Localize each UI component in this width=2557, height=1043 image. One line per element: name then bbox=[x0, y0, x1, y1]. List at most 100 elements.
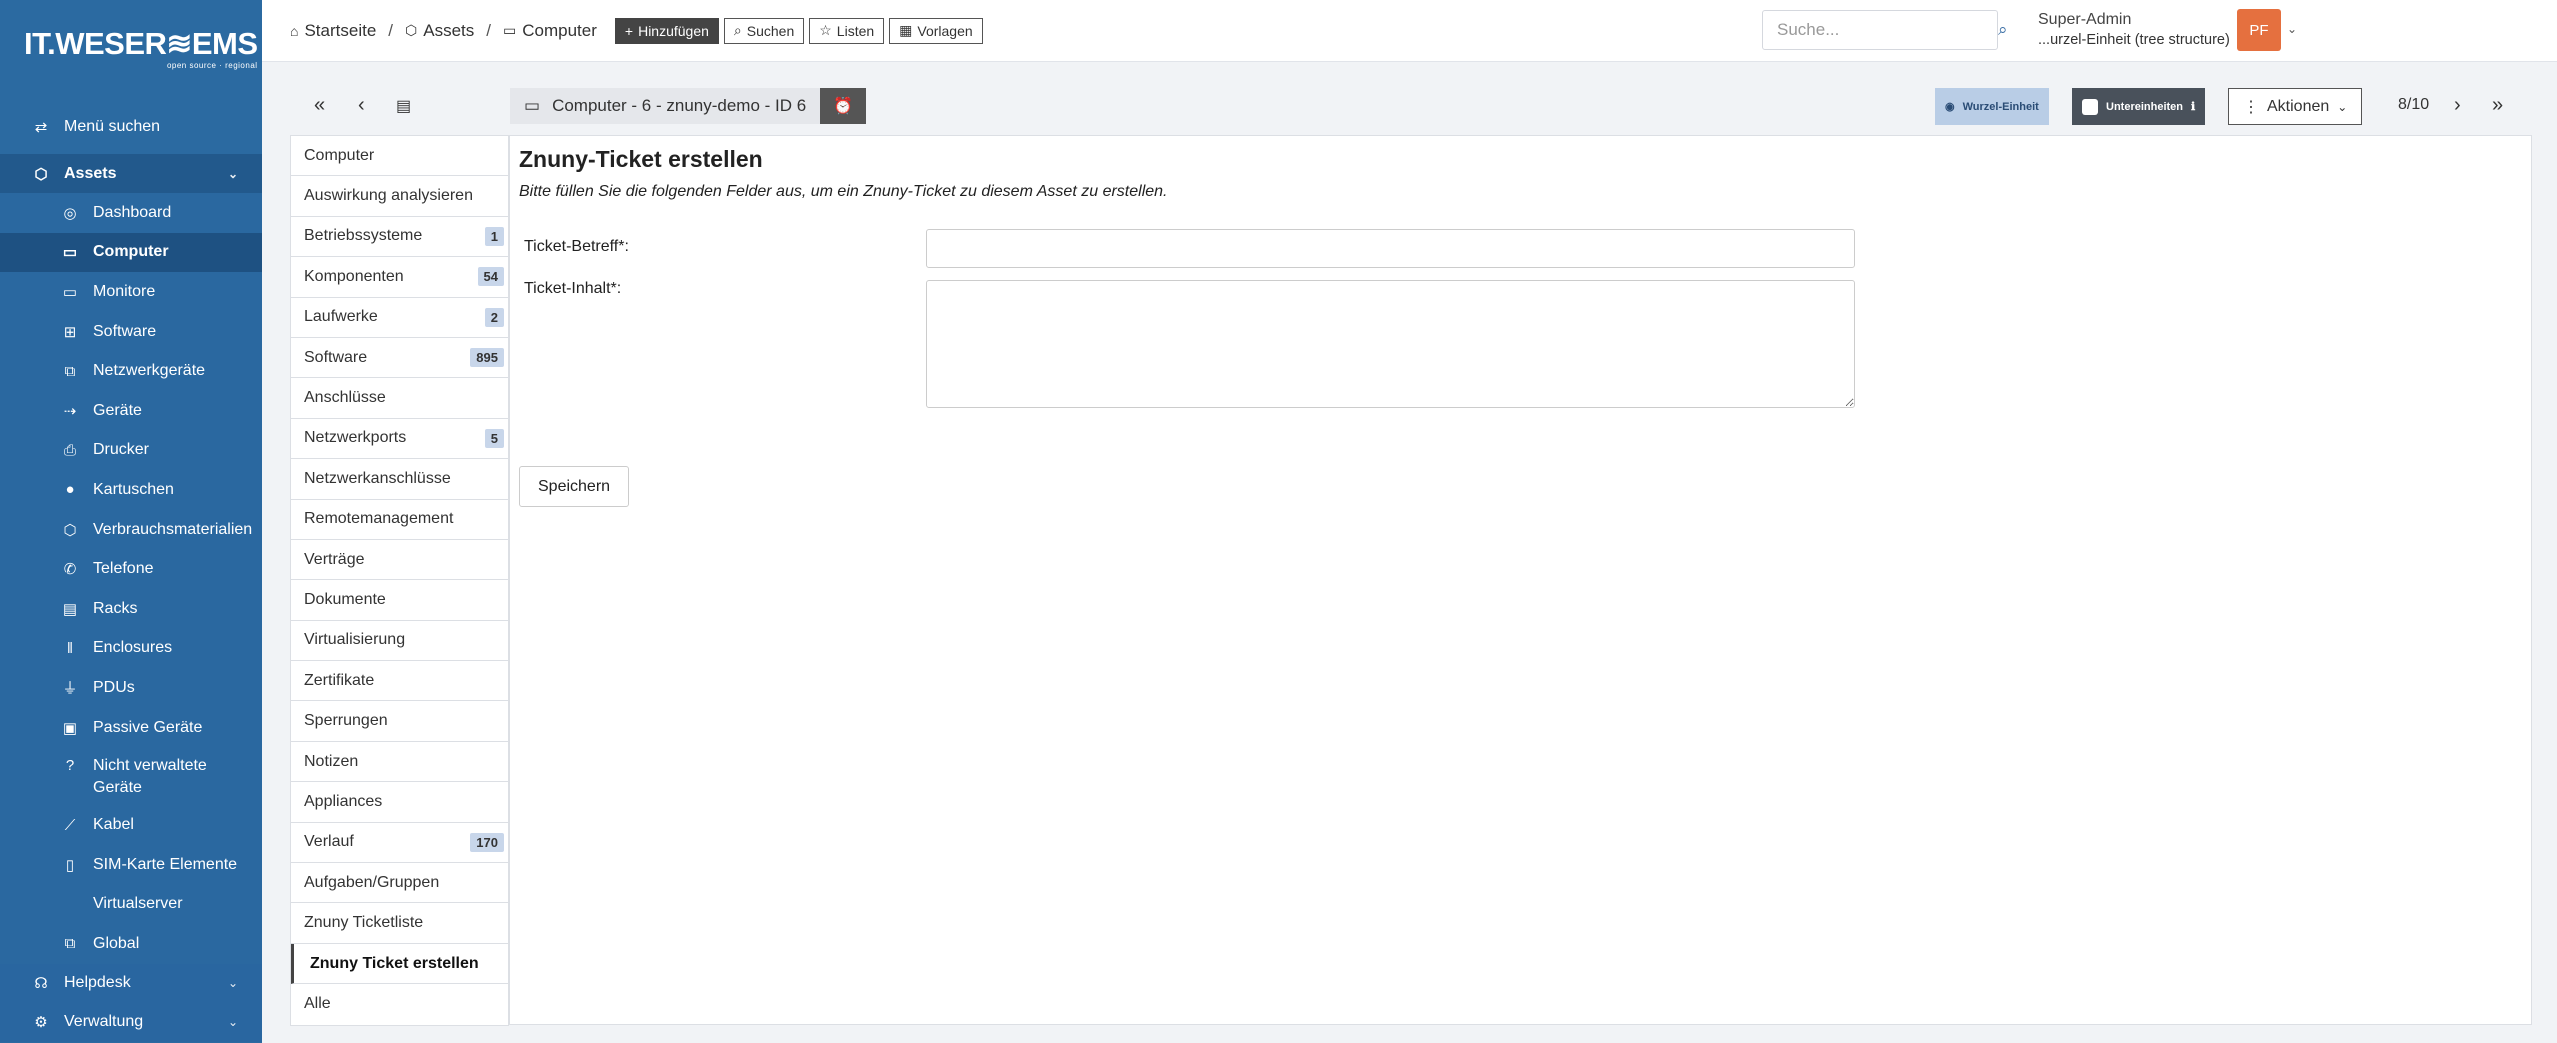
object-action-button[interactable]: ⏰ bbox=[820, 88, 866, 124]
tab-remotemanagement[interactable]: Remotemanagement bbox=[291, 499, 508, 540]
sidebar-item-drucker[interactable]: ⎙ Drucker bbox=[0, 431, 262, 471]
tab-verlauf[interactable]: Verlauf 170 bbox=[291, 822, 508, 864]
tab-netzwerkanschluesse[interactable]: Netzwerkanschlüsse bbox=[291, 459, 508, 500]
tab-label: Software bbox=[304, 348, 368, 366]
pager: 8/10 bbox=[2398, 96, 2429, 114]
tab-label: Verlauf bbox=[304, 833, 354, 851]
sidebar-item-computer[interactable]: ▭ Computer bbox=[0, 232, 262, 273]
printer-icon: ⎙ bbox=[63, 441, 76, 459]
menu-search-label: Menü suchen bbox=[64, 118, 161, 135]
sidebar-item-label: Virtualserver bbox=[93, 895, 183, 913]
search-input[interactable] bbox=[1777, 20, 1998, 40]
search-menu-icon: ⇄ bbox=[34, 119, 48, 136]
sidebar-item-telefone[interactable]: ✆ Telefone bbox=[0, 549, 262, 589]
object-tabs: Computer Auswirkung analysieren Betriebs… bbox=[290, 135, 509, 1026]
chevron-down-icon: ⌄ bbox=[2337, 99, 2348, 114]
last-item-icon[interactable]: » bbox=[2492, 94, 2503, 117]
tab-appliances[interactable]: Appliances bbox=[291, 782, 508, 823]
apps-icon: ⊞ bbox=[63, 323, 77, 341]
sidebar-item-nicht-verwaltete-geraete[interactable]: ? Nicht verwaltete Geräte bbox=[0, 747, 262, 805]
user-info[interactable]: Super-Admin ...urzel-Einheit (tree struc… bbox=[2038, 10, 2230, 50]
tab-label: Notizen bbox=[304, 752, 359, 770]
sidebar-item-racks[interactable]: ▤ Racks bbox=[0, 589, 262, 629]
sidebar-item-monitore[interactable]: ▭ Monitore bbox=[0, 272, 262, 312]
sidebar-item-passive-geraete[interactable]: ▣ Passive Geräte bbox=[0, 708, 262, 748]
tab-vertraege[interactable]: Verträge bbox=[291, 539, 508, 581]
sidebar-item-virtualserver[interactable]: Virtualserver bbox=[0, 885, 262, 925]
add-button[interactable]: + Hinzufügen bbox=[614, 17, 719, 44]
sidebar-item-global[interactable]: ⧉ Global bbox=[0, 924, 262, 964]
sidebar-item-software[interactable]: ⊞ Software bbox=[0, 312, 262, 352]
sidebar-item-geraete[interactable]: ⇢ Geräte bbox=[0, 391, 262, 431]
tab-betriebssysteme[interactable]: Betriebssysteme 1 bbox=[291, 216, 508, 258]
sidebar-item-kartuschen[interactable]: ● Kartuschen bbox=[0, 470, 262, 510]
search-icon[interactable]: ⌕ bbox=[1998, 20, 2008, 40]
breadcrumb-computer[interactable]: Computer bbox=[522, 21, 597, 41]
sidebar-item-netzwerkgeraete[interactable]: ⧉ Netzwerkgeräte bbox=[0, 351, 262, 391]
box-icon: ▣ bbox=[62, 719, 78, 737]
tab-virtualisierung[interactable]: Virtualisierung bbox=[291, 620, 508, 662]
tab-software[interactable]: Software 895 bbox=[291, 337, 508, 379]
sidebar-item-label: Drucker bbox=[93, 441, 150, 459]
tab-znuny-ticketliste[interactable]: Znuny Ticketliste bbox=[291, 903, 508, 944]
menu-search[interactable]: ⇄ Menü suchen bbox=[0, 100, 262, 154]
tab-alle[interactable]: Alle bbox=[291, 984, 508, 1025]
tab-laufwerke[interactable]: Laufwerke 2 bbox=[291, 297, 508, 338]
save-button[interactable]: Speichern bbox=[519, 466, 630, 507]
next-item-icon[interactable]: › bbox=[2454, 94, 2461, 117]
tab-label: Zertifikate bbox=[304, 671, 375, 689]
tab-auswirkung[interactable]: Auswirkung analysieren bbox=[291, 176, 508, 217]
tab-aufgaben-gruppen[interactable]: Aufgaben/Gruppen bbox=[291, 863, 508, 904]
breadcrumb-assets[interactable]: Assets bbox=[423, 21, 474, 41]
tab-anschluesse[interactable]: Anschlüsse bbox=[291, 378, 508, 419]
subentities-checkbox[interactable] bbox=[2082, 98, 2098, 115]
sidebar-item-kabel[interactable]: ⟋ Kabel bbox=[0, 805, 262, 845]
sidebar-item-label: PDUs bbox=[93, 678, 135, 696]
tab-label: Dokumente bbox=[304, 590, 386, 608]
package-icon: ⬡ bbox=[34, 165, 48, 183]
sidebar-section-verwaltung[interactable]: ⚙ Verwaltung ⌄ bbox=[0, 1002, 262, 1042]
star-icon: ☆ bbox=[819, 22, 832, 38]
brand-logo[interactable]: IT.WESER≋EMS open source · regional bbox=[0, 0, 262, 100]
chevron-down-icon: ⌄ bbox=[227, 976, 238, 991]
tab-label: Netzwerkanschlüsse bbox=[304, 469, 451, 487]
tab-computer[interactable]: Computer bbox=[291, 136, 508, 177]
breadcrumb: ⌂ Startseite / ⬡ Assets / ▭ Computer bbox=[290, 21, 597, 41]
form-description: Bitte füllen Sie die folgenden Felder au… bbox=[519, 183, 1168, 200]
tab-netzwerkports[interactable]: Netzwerkports 5 bbox=[291, 418, 508, 460]
tab-label: Remotemanagement bbox=[304, 510, 454, 528]
subentities-toggle[interactable]: Untereinheiten ℹ bbox=[2072, 88, 2206, 125]
tab-znuny-ticket-erstellen[interactable]: Znuny Ticket erstellen bbox=[291, 943, 508, 985]
page-title: Znuny-Ticket erstellen bbox=[519, 146, 763, 172]
sidebar-section-helpdesk[interactable]: ☊ Helpdesk ⌄ bbox=[0, 963, 262, 1003]
network-icon: ⧉ bbox=[64, 362, 76, 380]
previous-item-icon[interactable]: ‹ bbox=[358, 94, 365, 117]
tab-komponenten[interactable]: Komponenten 54 bbox=[291, 257, 508, 298]
ticket-body-textarea[interactable] bbox=[926, 280, 1855, 408]
sidebar-section-assets[interactable]: ⬡ Assets ⌄ bbox=[0, 154, 262, 193]
actions-dropdown[interactable]: ⋮ Aktionen ⌄ bbox=[2228, 88, 2363, 125]
sidebar-item-enclosures[interactable]: ‖ Enclosures bbox=[0, 629, 262, 669]
sidebar-item-label: Kabel bbox=[93, 816, 134, 834]
chevron-down-icon[interactable]: ⌄ bbox=[2287, 22, 2297, 36]
tab-dokumente[interactable]: Dokumente bbox=[291, 580, 508, 621]
first-item-icon[interactable]: « bbox=[314, 94, 325, 117]
tab-sperrungen[interactable]: Sperrungen bbox=[291, 701, 508, 742]
list-view-icon[interactable]: ▤ bbox=[396, 96, 411, 116]
avatar[interactable]: PF bbox=[2237, 9, 2281, 51]
tab-zertifikate[interactable]: Zertifikate bbox=[291, 661, 508, 702]
lists-button[interactable]: ☆ Listen bbox=[809, 17, 885, 44]
sidebar-item-label: Computer bbox=[93, 243, 169, 261]
search-button[interactable]: ⌕ Suchen bbox=[723, 17, 805, 44]
sidebar-item-pdus[interactable]: ⏚ PDUs bbox=[0, 668, 262, 708]
sidebar-item-verbrauchsmaterialien[interactable]: ⬡ Verbrauchsmaterialien bbox=[0, 510, 262, 550]
sidebar-item-dashboard[interactable]: ◎ Dashboard bbox=[0, 193, 262, 233]
lists-button-label: Listen bbox=[836, 22, 875, 39]
templates-button[interactable]: ▦ Vorlagen bbox=[889, 17, 983, 44]
tab-notizen[interactable]: Notizen bbox=[291, 741, 508, 783]
breadcrumb-home[interactable]: Startseite bbox=[304, 21, 376, 41]
entity-badge[interactable]: ◉ Wurzel-Einheit bbox=[1935, 88, 2049, 125]
sidebar-item-sim-karte[interactable]: ▯ SIM-Karte Elemente bbox=[0, 845, 262, 885]
tab-label: Auswirkung analysieren bbox=[304, 187, 473, 205]
ticket-subject-input[interactable] bbox=[926, 229, 1855, 268]
